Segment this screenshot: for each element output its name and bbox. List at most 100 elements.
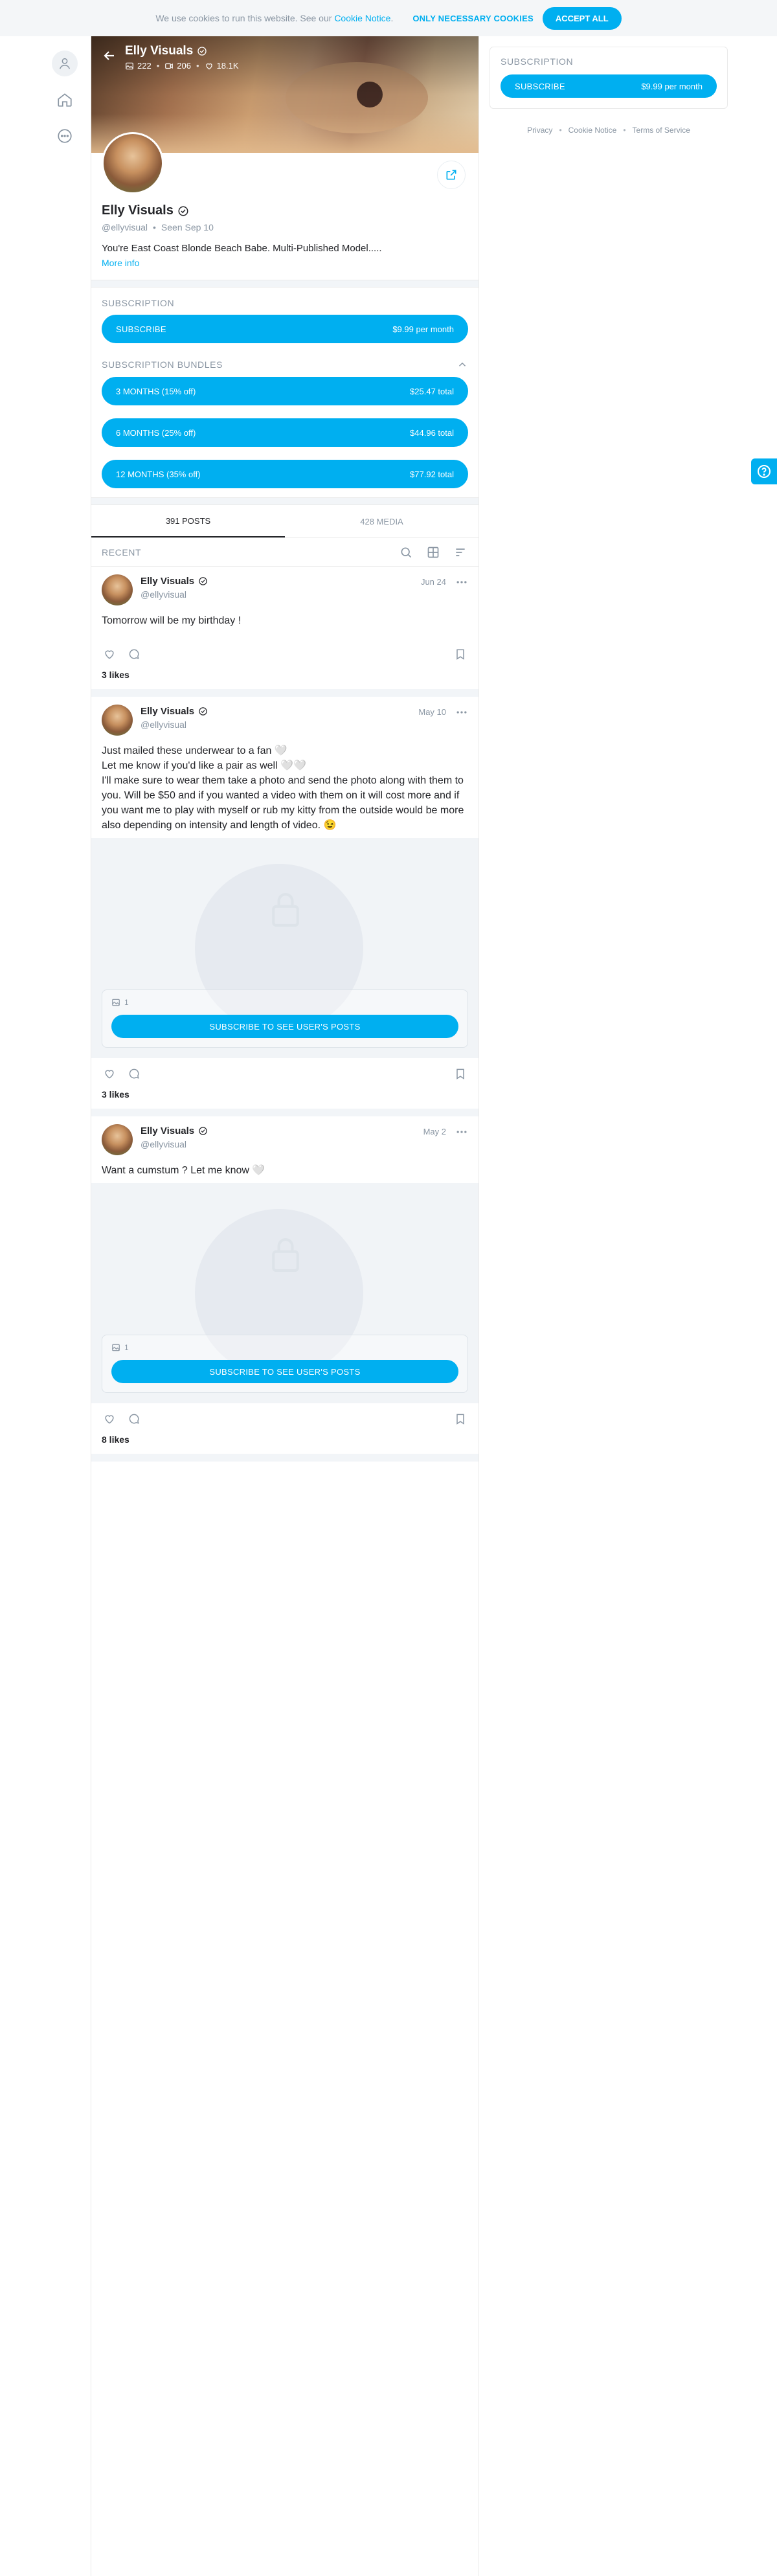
more-info-link[interactable]: More info [102, 258, 139, 268]
video-icon [164, 62, 174, 71]
avatar[interactable] [102, 574, 133, 605]
profile-bio: You're East Coast Blonde Beach Babe. Mul… [102, 243, 382, 254]
post-header: Elly Visuals @ellyvisual Jun 24 [91, 567, 479, 605]
cookie-banner: We use cookies to run this website. See … [0, 0, 777, 36]
back-arrow-icon[interactable] [102, 48, 117, 63]
grid-icon[interactable] [425, 545, 441, 560]
post-date: May 2 [423, 1127, 446, 1136]
comment-icon[interactable] [126, 1066, 142, 1081]
verified-icon [197, 46, 207, 56]
subscription-title: SUBSCRIPTION [91, 298, 479, 308]
accept-all-button[interactable]: ACCEPT ALL [542, 6, 622, 30]
bundle-3-months-button[interactable]: 3 MONTHS (15% off) $25.47 total [102, 377, 468, 405]
post-author-name[interactable]: Elly Visuals [141, 706, 208, 717]
terms-link[interactable]: Terms of Service [633, 126, 690, 135]
heart-icon [205, 62, 214, 71]
lock-icon [269, 890, 302, 929]
like-heart-icon[interactable] [102, 1066, 117, 1081]
help-button[interactable] [751, 458, 777, 484]
chevron-up-icon[interactable] [456, 359, 468, 370]
like-heart-icon[interactable] [102, 646, 117, 662]
sidebar-subscribe-button[interactable]: SUBSCRIBE $9.99 per month [501, 74, 717, 98]
videos-count: 206 [177, 61, 191, 71]
comment-icon[interactable] [126, 1411, 142, 1427]
cover-header-text: Elly Visuals 222 • 206 • 18.1K [125, 44, 239, 71]
bundles-title: SUBSCRIPTION BUNDLES [102, 359, 223, 370]
nav-more[interactable] [52, 123, 78, 149]
cover-name: Elly Visuals [125, 44, 194, 58]
feed-tools [398, 545, 468, 560]
bundle-6-months-button[interactable]: 6 MONTHS (25% off) $44.96 total [102, 418, 468, 447]
bundle-12-months-button[interactable]: 12 MONTHS (35% off) $77.92 total [102, 460, 468, 488]
locked-media: 1 SUBSCRIBE TO SEE USER'S POSTS [91, 1183, 479, 1403]
likes-stat: 18.1K [205, 61, 239, 71]
post-handle: @ellyvisual [141, 719, 187, 730]
sort-icon[interactable] [453, 545, 468, 560]
image-icon [111, 998, 120, 1007]
avatar[interactable] [102, 1124, 133, 1155]
bookmark-icon[interactable] [453, 1066, 468, 1081]
media-count: 1 [102, 1335, 467, 1352]
post-author-name[interactable]: Elly Visuals [141, 1125, 208, 1136]
profile-name-text: Elly Visuals [102, 203, 174, 218]
likes-count: 18.1K [216, 61, 239, 71]
more-horizontal-icon[interactable] [454, 705, 469, 720]
post-handle: @ellyvisual [141, 1139, 187, 1149]
profile-tabs: 391 POSTS 428 MEDIA [91, 505, 479, 538]
subscribe-to-see-posts-button[interactable]: SUBSCRIBE TO SEE USER'S POSTS [111, 1360, 458, 1383]
subscribe-to-see-posts-button[interactable]: SUBSCRIBE TO SEE USER'S POSTS [111, 1015, 458, 1038]
verified-icon [177, 205, 189, 217]
avatar[interactable] [102, 705, 133, 736]
media-count: 1 [102, 990, 467, 1007]
footer-separator: • [623, 126, 626, 135]
verified-icon [198, 1126, 208, 1136]
bundles-header[interactable]: SUBSCRIPTION BUNDLES [91, 359, 479, 370]
user-icon [52, 51, 78, 76]
nav-home[interactable] [52, 87, 78, 113]
post-author: Elly Visuals @ellyvisual [141, 1124, 208, 1155]
image-icon [111, 1343, 120, 1352]
post-header: Elly Visuals @ellyvisual May 10 [91, 697, 479, 736]
necessary-cookies-button[interactable]: ONLY NECESSARY COOKIES [412, 14, 533, 23]
recent-label: RECENT [102, 547, 142, 558]
bookmark-icon[interactable] [453, 1411, 468, 1427]
share-icon [445, 168, 458, 181]
more-horizontal-icon[interactable] [454, 1124, 469, 1140]
cookie-notice-link[interactable]: Cookie Notice [334, 13, 390, 23]
post-text: Just mailed these underwear to a fan 🤍 L… [102, 745, 464, 831]
locked-card: 1 SUBSCRIBE TO SEE USER'S POSTS [102, 1335, 468, 1393]
cookie-message: We use cookies to run this website. See … [155, 13, 332, 23]
bundle-label: 12 MONTHS (35% off) [116, 469, 201, 479]
verified-icon [198, 576, 208, 586]
tab-media[interactable]: 428 MEDIA [285, 505, 479, 537]
tab-posts[interactable]: 391 POSTS [91, 505, 285, 537]
meta-separator: • [153, 222, 156, 232]
avatar[interactable] [102, 132, 164, 194]
bundle-label: 3 MONTHS (15% off) [116, 386, 196, 396]
search-icon[interactable] [398, 545, 414, 560]
locked-media: 1 SUBSCRIBE TO SEE USER'S POSTS [91, 838, 479, 1058]
cookie-notice-footer-link[interactable]: Cookie Notice [569, 126, 617, 135]
sidebar-subscription-title: SUBSCRIPTION [501, 56, 574, 67]
like-heart-icon[interactable] [102, 1411, 117, 1427]
bookmark-icon[interactable] [453, 646, 468, 662]
subscription-section: SUBSCRIPTION SUBSCRIBE $9.99 per month S… [91, 288, 479, 488]
post-text: Want a cumstum ? Let me know 🤍 [102, 1165, 265, 1176]
post-actions [91, 1058, 479, 1081]
post-author-name-text: Elly Visuals [141, 1125, 195, 1136]
comment-icon[interactable] [126, 646, 142, 662]
share-button[interactable] [437, 161, 466, 189]
home-icon [56, 91, 73, 108]
subscribe-button[interactable]: SUBSCRIBE $9.99 per month [102, 315, 468, 343]
help-icon [756, 464, 772, 479]
nav-profile[interactable] [52, 51, 78, 76]
more-horizontal-icon[interactable] [454, 574, 469, 590]
post-author-name[interactable]: Elly Visuals [141, 576, 208, 587]
cookie-text: We use cookies to run this website. See … [155, 13, 393, 23]
profile-handle: @ellyvisual [102, 222, 148, 232]
post-actions [91, 1403, 479, 1427]
post-author-name-text: Elly Visuals [141, 576, 195, 587]
post-date: May 10 [418, 707, 446, 717]
privacy-link[interactable]: Privacy [527, 126, 552, 135]
cover-image: Elly Visuals 222 • 206 • 18.1K [91, 36, 479, 153]
